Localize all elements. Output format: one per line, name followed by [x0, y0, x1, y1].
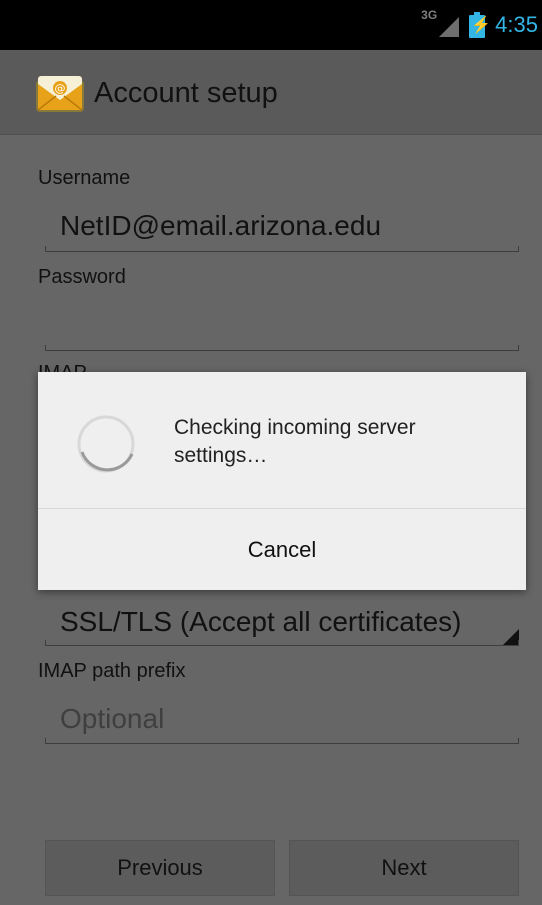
status-icons: 3G ⚡ 4:35 [421, 0, 538, 50]
battery-charging-icon: ⚡ [469, 12, 491, 38]
signal-strength-icon [439, 17, 460, 37]
security-type-spinner[interactable]: SSL/TLS (Accept all certificates) [60, 606, 461, 638]
password-field[interactable] [45, 300, 519, 350]
cancel-button[interactable]: Cancel [38, 509, 526, 590]
signal-icon: 3G [421, 8, 460, 40]
action-bar: @ Account setup [0, 50, 542, 135]
dialog-message: Checking incoming server settings… [174, 416, 416, 467]
username-field[interactable]: NetID@email.arizona.edu [60, 210, 381, 242]
svg-text:@: @ [55, 82, 66, 95]
email-app-icon: @ [36, 76, 84, 112]
status-bar: 3G ⚡ 4:35 [0, 0, 542, 50]
imap-path-prefix-label: IMAP path prefix [38, 660, 186, 682]
username-field-underline [45, 246, 519, 252]
screen: 3G ⚡ 4:35 @ Account setup Username NetID… [0, 0, 542, 905]
page-title: Account setup [94, 77, 278, 109]
security-type-underline [45, 640, 519, 646]
username-label: Username [38, 167, 131, 189]
imap-path-prefix-underline [45, 738, 519, 744]
password-label: Password [38, 266, 126, 288]
spinner-dropdown-icon [503, 629, 519, 645]
previous-button[interactable]: Previous [45, 840, 275, 896]
status-clock: 4:35 [495, 12, 538, 37]
progress-dialog: Checking incoming server settings… Cance… [38, 372, 526, 590]
imap-path-prefix-field[interactable]: Optional [60, 703, 164, 735]
next-button[interactable]: Next [289, 840, 519, 896]
loading-spinner-icon [77, 415, 135, 473]
password-field-underline [45, 345, 519, 351]
network-type-label: 3G [421, 8, 438, 22]
